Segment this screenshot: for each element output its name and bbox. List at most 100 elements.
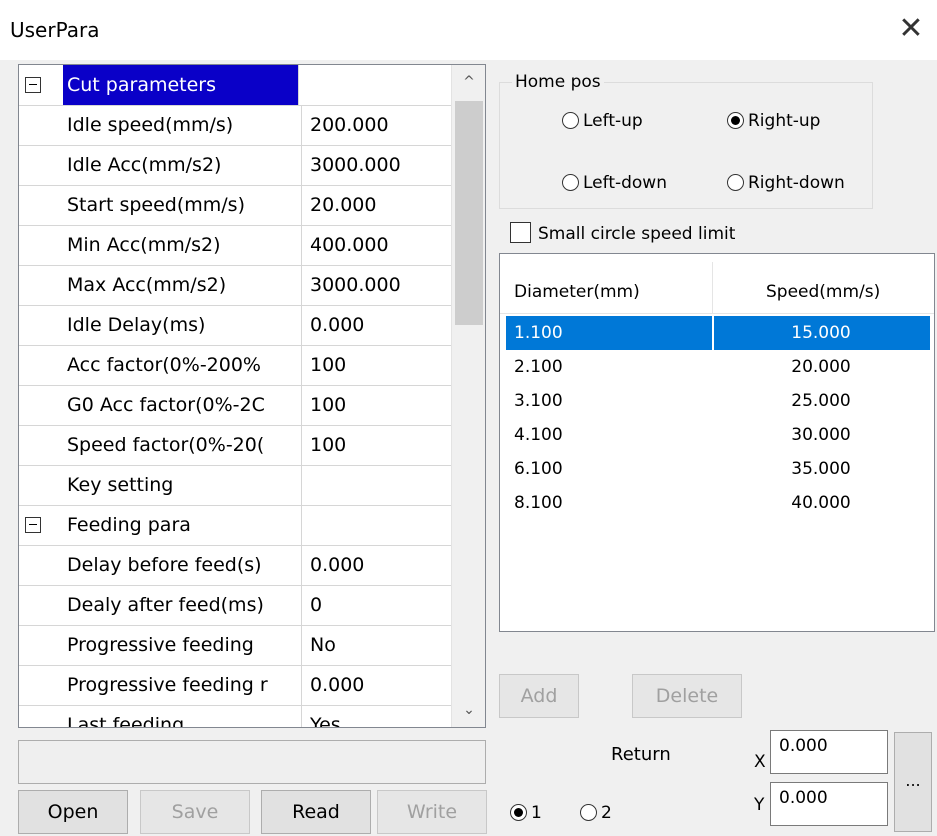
more-button[interactable]: ... bbox=[894, 732, 932, 832]
property-row[interactable]: Delay before feed(s) 0.000 bbox=[19, 545, 451, 586]
list-item[interactable]: 8.100 40.000 bbox=[506, 486, 930, 520]
scroll-up-arrow-icon[interactable]: ^ bbox=[452, 67, 485, 97]
property-name[interactable]: Feeding para bbox=[63, 505, 302, 545]
property-name[interactable]: Speed factor(0%-20( bbox=[63, 425, 302, 465]
property-value[interactable]: 0.000 bbox=[302, 545, 451, 585]
x-label: X bbox=[754, 752, 766, 772]
property-value[interactable]: 0.000 bbox=[302, 665, 451, 705]
radio-left-up[interactable]: Left-up bbox=[562, 111, 643, 131]
property-row[interactable]: Key setting bbox=[19, 465, 451, 506]
property-value[interactable]: 0 bbox=[302, 585, 451, 625]
property-name[interactable]: Start speed(mm/s) bbox=[63, 185, 302, 225]
property-name[interactable]: Idle speed(mm/s) bbox=[63, 105, 302, 145]
property-name[interactable]: Delay before feed(s) bbox=[63, 545, 302, 585]
property-name[interactable]: Acc factor(0%-200% bbox=[63, 345, 302, 385]
diameter-cell: 8.100 bbox=[514, 493, 563, 513]
column-speed[interactable]: Speed(mm/s) bbox=[766, 254, 880, 314]
property-grid-scrollbar[interactable]: ^ ⌄ bbox=[451, 65, 485, 727]
property-row[interactable]: Idle speed(mm/s) 200.000 bbox=[19, 105, 451, 146]
close-icon[interactable]: ✕ bbox=[892, 10, 930, 48]
property-value[interactable]: 200.000 bbox=[302, 105, 451, 145]
list-item[interactable]: 4.100 30.000 bbox=[506, 418, 930, 452]
radio-right-up[interactable]: Right-up bbox=[727, 111, 820, 131]
property-row[interactable]: Dealy after feed(ms) 0 bbox=[19, 585, 451, 626]
property-value[interactable]: 100 bbox=[302, 345, 451, 385]
property-category-row[interactable]: Cut parameters bbox=[19, 65, 451, 106]
property-row[interactable]: Idle Delay(ms) 0.000 bbox=[19, 305, 451, 346]
property-row[interactable]: Speed factor(0%-20(100 bbox=[19, 425, 451, 466]
list-item[interactable]: 1.100 15.000 bbox=[506, 316, 930, 350]
property-value[interactable] bbox=[302, 505, 451, 545]
x-input[interactable]: 0.000 bbox=[770, 730, 888, 774]
delete-button[interactable]: Delete bbox=[632, 674, 742, 718]
diameter-cell: 3.100 bbox=[514, 391, 563, 411]
scroll-down-arrow-icon[interactable]: ⌄ bbox=[452, 695, 485, 725]
circle-speed-list[interactable]: Diameter(mm) Speed(mm/s) 1.100 15.000 2.10… bbox=[499, 253, 935, 632]
list-item[interactable]: 6.100 35.000 bbox=[506, 452, 930, 486]
property-value[interactable] bbox=[302, 65, 451, 105]
list-item[interactable]: 3.100 25.000 bbox=[506, 384, 930, 418]
property-name[interactable]: G0 Acc factor(0%-2C bbox=[63, 385, 302, 425]
property-category-row[interactable]: Feeding para bbox=[19, 505, 451, 546]
property-row[interactable]: Idle Acc(mm/s2) 3000.000 bbox=[19, 145, 451, 186]
property-row[interactable]: Min Acc(mm/s2) 400.000 bbox=[19, 225, 451, 266]
property-value[interactable]: 400.000 bbox=[302, 225, 451, 265]
property-value[interactable]: 100 bbox=[302, 385, 451, 425]
property-name[interactable]: Key setting bbox=[63, 465, 302, 505]
column-diameter[interactable]: Diameter(mm) bbox=[514, 254, 640, 314]
open-button[interactable]: Open bbox=[18, 790, 128, 834]
property-row[interactable]: Last feeding Yes bbox=[19, 705, 451, 727]
property-name[interactable]: Dealy after feed(ms) bbox=[63, 585, 302, 625]
radio-left-down[interactable]: Left-down bbox=[562, 173, 667, 193]
radio-option-2-label: 2 bbox=[601, 803, 612, 823]
property-row[interactable]: Progressive feeding No bbox=[19, 625, 451, 666]
property-row[interactable]: Max Acc(mm/s2) 3000.000 bbox=[19, 265, 451, 306]
collapse-icon[interactable] bbox=[25, 77, 41, 93]
property-value[interactable] bbox=[302, 465, 451, 505]
property-value[interactable]: 3000.000 bbox=[302, 145, 451, 185]
property-row[interactable]: Progressive feeding r 0.000 bbox=[19, 665, 451, 706]
property-value[interactable]: 0.000 bbox=[302, 305, 451, 345]
property-name[interactable]: Idle Acc(mm/s2) bbox=[63, 145, 302, 185]
radio-option-2-circle[interactable] bbox=[580, 804, 597, 821]
property-name[interactable]: Cut parameters bbox=[63, 65, 299, 105]
radio-right-down-circle[interactable] bbox=[727, 174, 744, 191]
add-button[interactable]: Add bbox=[499, 674, 579, 718]
property-row[interactable]: Start speed(mm/s) 20.000 bbox=[19, 185, 451, 226]
y-input[interactable]: 0.000 bbox=[770, 782, 888, 826]
property-value[interactable]: 100 bbox=[302, 425, 451, 465]
property-name[interactable]: Last feeding bbox=[63, 705, 302, 727]
property-value[interactable]: No bbox=[302, 625, 451, 665]
save-button[interactable]: Save bbox=[140, 790, 250, 834]
speed-cell: 35.000 bbox=[791, 459, 851, 479]
diameter-cell: 2.100 bbox=[514, 357, 563, 377]
radio-left-down-circle[interactable] bbox=[562, 174, 579, 191]
radio-option-1-circle[interactable] bbox=[510, 804, 527, 821]
write-button[interactable]: Write bbox=[377, 790, 487, 834]
radio-left-up-label: Left-up bbox=[583, 111, 643, 131]
diameter-cell: 1.100 bbox=[514, 323, 563, 343]
list-item[interactable]: 2.100 20.000 bbox=[506, 350, 930, 384]
property-value[interactable]: Yes bbox=[302, 705, 451, 727]
property-row[interactable]: G0 Acc factor(0%-2C 100 bbox=[19, 385, 451, 426]
small-circle-checkbox[interactable] bbox=[510, 222, 531, 243]
home-pos-legend: Home pos bbox=[512, 72, 604, 92]
radio-left-up-circle[interactable] bbox=[562, 112, 579, 129]
scroll-thumb[interactable] bbox=[455, 101, 483, 325]
read-button[interactable]: Read bbox=[261, 790, 371, 834]
collapse-icon[interactable] bbox=[25, 517, 41, 533]
diameter-cell: 6.100 bbox=[514, 459, 563, 479]
radio-right-down[interactable]: Right-down bbox=[727, 173, 845, 193]
property-row[interactable]: Acc factor(0%-200% 100 bbox=[19, 345, 451, 386]
property-name[interactable]: Idle Delay(ms) bbox=[63, 305, 302, 345]
radio-option-1[interactable]: 1 bbox=[510, 803, 542, 823]
property-name[interactable]: Max Acc(mm/s2) bbox=[63, 265, 302, 305]
property-name[interactable]: Progressive feeding r bbox=[63, 665, 302, 705]
radio-right-up-circle[interactable] bbox=[727, 112, 744, 129]
property-name[interactable]: Progressive feeding bbox=[63, 625, 302, 665]
property-value[interactable]: 20.000 bbox=[302, 185, 451, 225]
property-grid[interactable]: Cut parameters Idle speed(mm/s) 200.000 Idl… bbox=[18, 64, 486, 728]
property-value[interactable]: 3000.000 bbox=[302, 265, 451, 305]
property-name[interactable]: Min Acc(mm/s2) bbox=[63, 225, 302, 265]
radio-option-2[interactable]: 2 bbox=[580, 803, 612, 823]
